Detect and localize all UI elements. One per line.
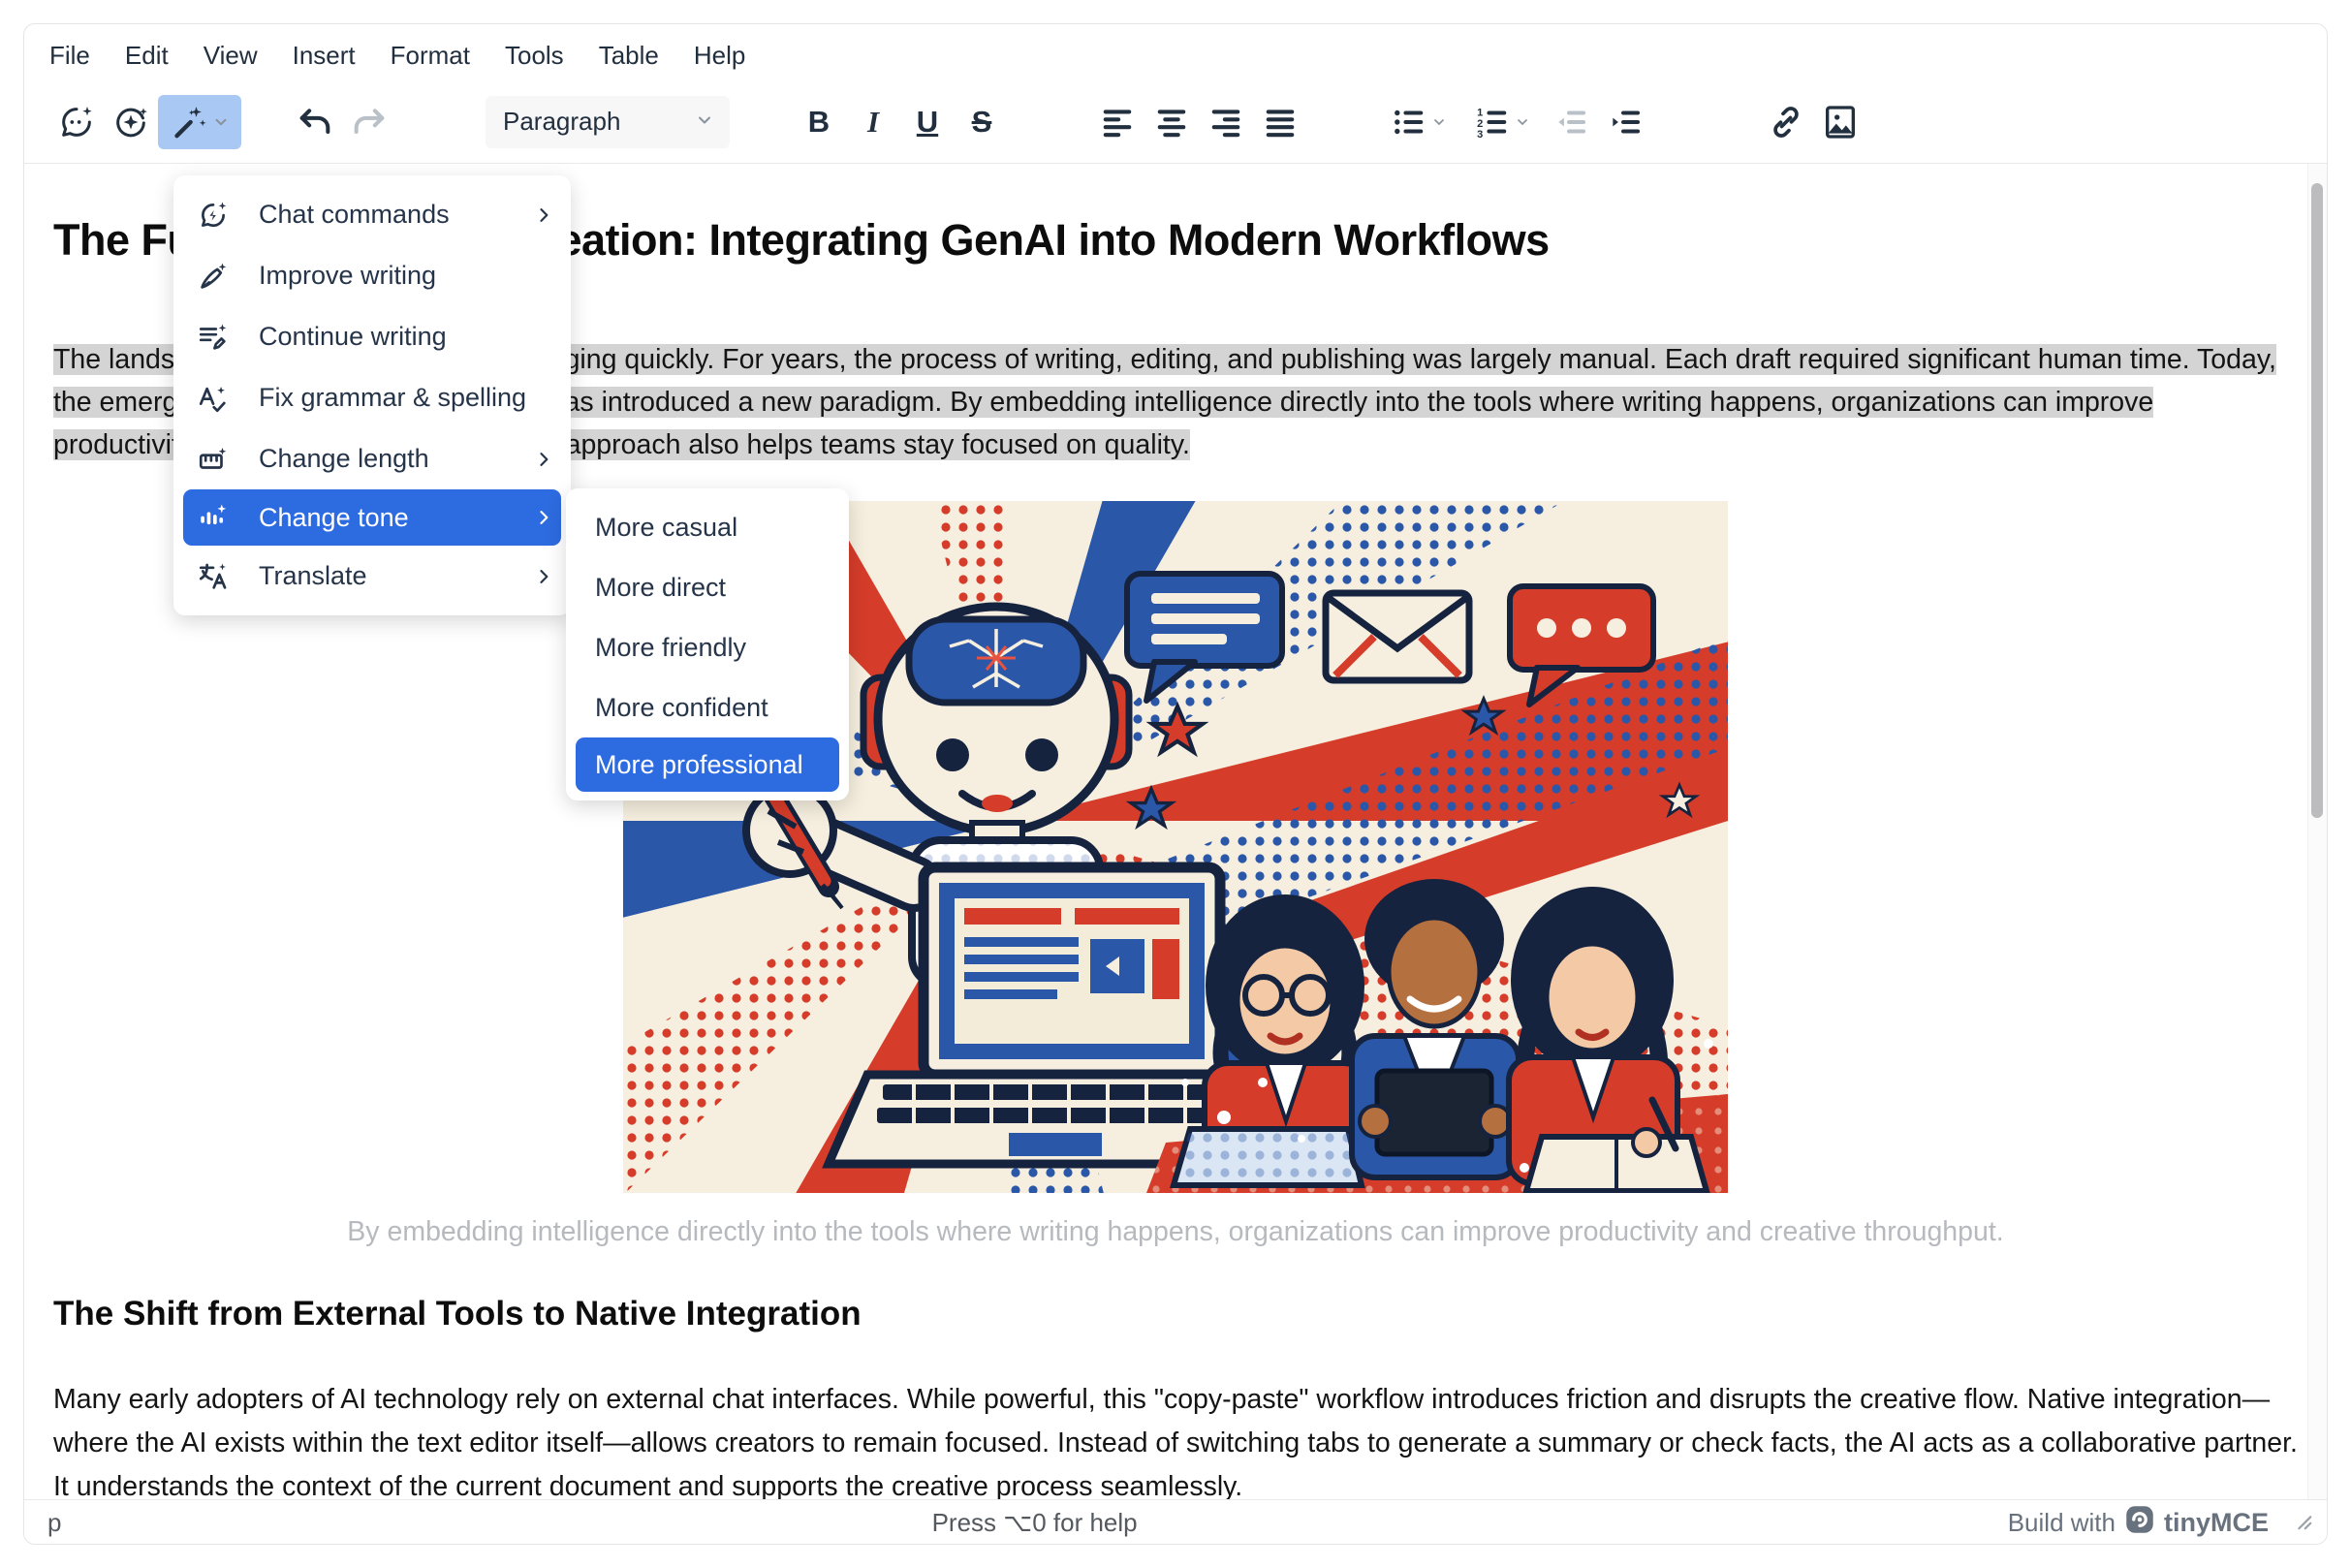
menu-item-label: Change length <box>237 444 534 474</box>
chevron-right-icon <box>534 508 553 527</box>
submenu-item-more-friendly[interactable]: More friendly <box>566 617 849 677</box>
outdent-icon <box>1552 104 1589 141</box>
chevron-right-icon <box>534 450 553 469</box>
ai-chat-button[interactable] <box>49 95 104 149</box>
align-left-button[interactable] <box>1090 95 1144 149</box>
ai-dropdown-menu: Chat commands Improve writing <box>173 175 571 615</box>
ai-chat-icon <box>57 103 96 141</box>
insert-image-button[interactable] <box>1813 95 1867 149</box>
image-icon <box>1821 103 1860 141</box>
chevron-down-icon <box>212 113 230 131</box>
align-center-icon <box>1153 104 1190 141</box>
menu-item-chat-commands[interactable]: Chat commands <box>173 184 571 245</box>
align-right-icon <box>1207 104 1244 141</box>
menu-item-change-length[interactable]: Change length <box>173 428 571 489</box>
element-path[interactable]: p <box>47 1508 61 1538</box>
menu-item-label: Continue writing <box>237 322 553 352</box>
menu-item-translate[interactable]: Translate <box>173 546 571 607</box>
ai-shortcuts-button[interactable] <box>158 95 241 149</box>
image-caption: By embedding intelligence directly into … <box>53 1216 2298 1248</box>
link-icon <box>1767 103 1805 141</box>
align-center-button[interactable] <box>1144 95 1199 149</box>
undo-icon <box>296 103 334 141</box>
block-format-label: Paragraph <box>503 107 695 137</box>
improve-writing-icon <box>197 260 237 293</box>
outdent-button[interactable] <box>1544 95 1598 149</box>
tinymce-logo-icon <box>2125 1505 2154 1541</box>
bullet-list-icon <box>1391 104 1427 141</box>
help-shortcut-text: Press ⌥0 for help <box>61 1508 2007 1538</box>
menu-insert[interactable]: Insert <box>275 33 373 78</box>
brand-name: tinyMCE <box>2164 1508 2269 1538</box>
bullet-list-button[interactable] <box>1377 95 1460 149</box>
menu-edit[interactable]: Edit <box>108 33 186 78</box>
ai-sparkle-circle-icon <box>111 103 150 141</box>
magic-wand-icon <box>170 103 208 141</box>
menubar: File Edit View Insert Format Tools Table… <box>24 24 2327 80</box>
chevron-down-icon <box>695 107 714 137</box>
menu-file[interactable]: File <box>32 33 108 78</box>
indent-icon <box>1607 104 1644 141</box>
translate-icon <box>197 560 237 593</box>
redo-button[interactable] <box>342 95 396 149</box>
block-format-select[interactable]: Paragraph <box>486 96 730 148</box>
menu-table[interactable]: Table <box>581 33 676 78</box>
submenu-item-more-professional[interactable]: More professional <box>576 737 839 792</box>
underline-button[interactable]: U <box>900 95 955 149</box>
fix-grammar-icon <box>197 382 237 415</box>
continue-writing-icon <box>197 321 237 354</box>
submenu-item-more-direct[interactable]: More direct <box>566 557 849 617</box>
menu-tools[interactable]: Tools <box>487 33 581 78</box>
submenu-item-more-casual[interactable]: More casual <box>566 497 849 557</box>
numbered-list-icon: 123 <box>1474 104 1511 141</box>
editor-window: File Edit View Insert Format Tools Table… <box>23 23 2328 1545</box>
change-tone-submenu: More casual More direct More friendly Mo… <box>566 488 849 800</box>
numbered-list-button[interactable]: 123 <box>1460 95 1544 149</box>
svg-text:3: 3 <box>1477 128 1483 140</box>
menu-item-improve-writing[interactable]: Improve writing <box>173 245 571 306</box>
italic-button[interactable]: I <box>846 95 900 149</box>
toolbar: Paragraph B I U S <box>24 80 2327 164</box>
menu-item-label: Fix grammar & spelling <box>237 383 553 413</box>
menu-format[interactable]: Format <box>373 33 487 78</box>
menu-item-fix-grammar[interactable]: Fix grammar & spelling <box>173 367 571 428</box>
statusbar: p Press ⌥0 for help Build with tinyMCE <box>24 1499 2327 1545</box>
submenu-item-more-confident[interactable]: More confident <box>566 677 849 737</box>
chat-commands-icon <box>197 199 237 232</box>
align-justify-icon <box>1262 104 1299 141</box>
document-heading-2: The Shift from External Tools to Native … <box>53 1295 2298 1333</box>
chevron-down-icon <box>1515 114 1530 130</box>
change-length-icon <box>197 443 237 476</box>
align-right-button[interactable] <box>1199 95 1253 149</box>
change-tone-icon <box>197 501 237 534</box>
menu-help[interactable]: Help <box>676 33 763 78</box>
link-button[interactable] <box>1759 95 1813 149</box>
bold-button[interactable]: B <box>792 95 846 149</box>
undo-button[interactable] <box>288 95 342 149</box>
align-justify-button[interactable] <box>1253 95 1307 149</box>
scrollbar-thumb[interactable] <box>2311 183 2323 818</box>
menu-view[interactable]: View <box>186 33 275 78</box>
resize-handle-icon[interactable] <box>2292 1508 2313 1538</box>
chevron-right-icon <box>534 205 553 225</box>
menu-item-label: Improve writing <box>237 261 553 291</box>
menu-item-change-tone[interactable]: Change tone <box>183 489 561 546</box>
chevron-down-icon <box>1431 114 1447 130</box>
strikethrough-button[interactable]: S <box>955 95 1009 149</box>
menu-item-label: Translate <box>237 561 534 591</box>
menu-item-continue-writing[interactable]: Continue writing <box>173 306 571 367</box>
indent-button[interactable] <box>1598 95 1652 149</box>
align-left-icon <box>1099 104 1136 141</box>
brand-prefix: Build with <box>2008 1508 2116 1538</box>
ai-prompt-button[interactable] <box>104 95 158 149</box>
document-paragraph-2: Many early adopters of AI technology rel… <box>53 1378 2298 1499</box>
redo-icon <box>350 103 389 141</box>
menu-item-label: Chat commands <box>237 200 534 230</box>
menu-item-label: Change tone <box>237 503 534 533</box>
branding[interactable]: Build with tinyMCE <box>2008 1505 2313 1541</box>
chevron-right-icon <box>534 567 553 586</box>
